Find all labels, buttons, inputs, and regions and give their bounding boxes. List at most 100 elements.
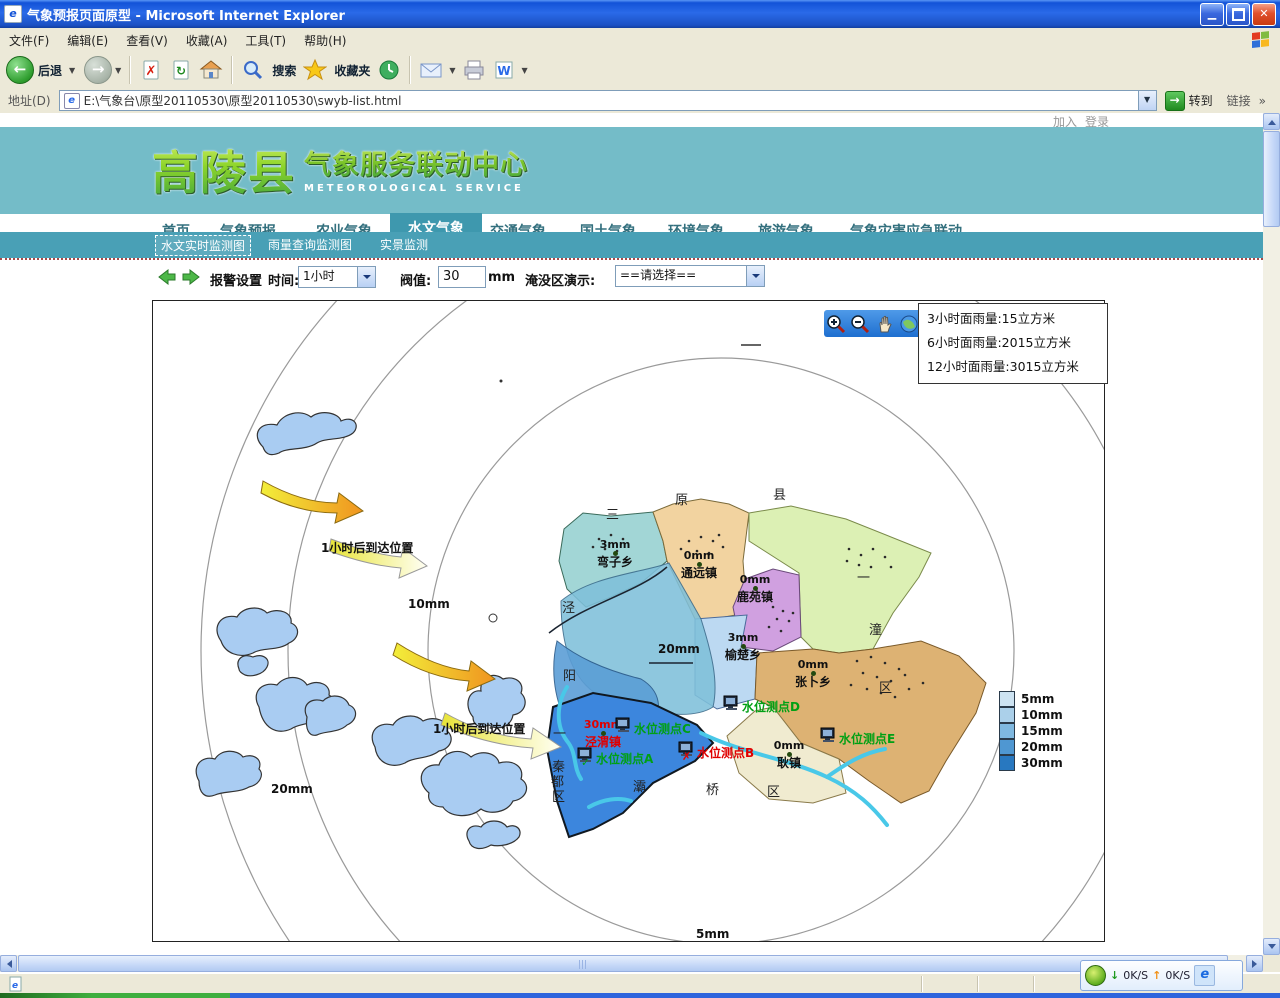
status-separator <box>921 976 923 992</box>
station-C[interactable]: 水位测点C <box>615 717 691 737</box>
select-arrow-icon[interactable] <box>357 267 375 287</box>
prev-arrow-icon[interactable] <box>158 269 176 289</box>
orange-arrow-2 <box>393 643 495 691</box>
close-button[interactable]: ✕ <box>1252 3 1276 26</box>
address-input[interactable]: e E:\气象台\原型20110530\原型20110530\swyb-list… <box>59 90 1139 111</box>
station-D[interactable]: 水位测点D <box>723 695 800 715</box>
rainfall-3h: 3小时面雨量:15立方米 <box>927 307 1107 331</box>
vertical-scroll-thumb[interactable] <box>1263 131 1280 227</box>
legend-swatch <box>999 739 1015 755</box>
download-speed: 0K/S <box>1123 969 1148 982</box>
menu-tools[interactable]: 工具(T) <box>236 32 295 49</box>
legend-swatch <box>999 755 1015 771</box>
minimize-button[interactable]: ▁ <box>1200 3 1224 26</box>
rainfall-6h: 6小时面雨量:2015立方米 <box>927 331 1107 355</box>
pan-hand-icon[interactable] <box>875 314 895 334</box>
status-separator <box>1033 976 1035 992</box>
subnav-live-view[interactable]: 实景监测 <box>380 236 428 253</box>
menu-file[interactable]: 文件(F) <box>0 32 58 49</box>
ie-tray-icon[interactable]: e <box>1194 965 1215 986</box>
zoom-in-icon[interactable] <box>826 314 846 334</box>
menu-help[interactable]: 帮助(H) <box>295 32 355 49</box>
arrival-label-1: 1小时后到达位置 <box>321 539 413 556</box>
status-separator <box>977 976 979 992</box>
contour-label-20mm-mid: 20mm <box>658 642 700 656</box>
station-A[interactable]: ✓ 水位测点A <box>577 747 653 767</box>
stop-icon[interactable]: ✗ <box>139 58 163 82</box>
home-icon[interactable] <box>199 58 223 82</box>
svg-text:W: W <box>497 64 510 78</box>
logo-title: 气象服务联动中心 <box>304 143 528 182</box>
favorites-star-icon[interactable] <box>303 58 327 82</box>
address-dropdown-icon[interactable]: ▼ <box>1139 90 1157 111</box>
horizontal-scroll-thumb[interactable] <box>18 955 1228 972</box>
town-tongyuan: 0mm通远镇 <box>669 550 729 579</box>
menu-edit[interactable]: 编辑(E) <box>58 32 117 49</box>
horizontal-scrollbar[interactable] <box>0 955 1263 972</box>
select-arrow-icon[interactable] <box>746 266 764 286</box>
download-arrow-icon: ↓ <box>1110 969 1119 982</box>
security-tool-icon[interactable] <box>1085 965 1106 986</box>
neighbor-char: 原 <box>675 489 688 508</box>
menu-view[interactable]: 查看(V) <box>117 32 177 49</box>
station-E[interactable]: 水位测点E <box>820 727 895 747</box>
sub-nav: 水文实时监测图 雨量查询监测图 实景监测 <box>0 232 1263 258</box>
network-speed-widget[interactable]: ↓ 0K/S ↑ 0K/S e <box>1080 960 1243 991</box>
edit-icon[interactable]: W <box>492 58 516 82</box>
history-icon[interactable] <box>377 58 401 82</box>
town-luyuan: 0mm鹿苑镇 <box>725 574 785 603</box>
status-ok-mark: ✓ <box>581 756 590 769</box>
address-value[interactable]: E:\气象台\原型20110530\原型20110530\swyb-list.h… <box>84 92 402 109</box>
forward-dropdown-icon[interactable]: ▼ <box>115 66 121 75</box>
zoom-out-icon[interactable] <box>850 314 870 334</box>
edit-dropdown-icon[interactable]: ▼ <box>522 66 528 75</box>
scroll-down-button[interactable] <box>1263 938 1280 955</box>
forward-button[interactable]: → <box>84 56 112 84</box>
town-yuchu: 3mm榆楚乡 <box>713 632 773 661</box>
subnav-rainfall-query[interactable]: 雨量查询监测图 <box>268 236 352 253</box>
favorites-label[interactable]: 收藏夹 <box>334 62 370 79</box>
search-icon[interactable] <box>241 58 265 82</box>
town-wanzi: 3mm弯子乡 <box>585 539 645 568</box>
time-select[interactable]: 1小时 <box>298 266 376 288</box>
rain-clouds <box>196 413 526 849</box>
mail-icon[interactable] <box>419 58 443 82</box>
threshold-input[interactable]: 30 <box>438 266 486 288</box>
print-icon[interactable] <box>462 58 486 82</box>
links-label[interactable]: 链接 <box>1227 92 1251 109</box>
town-zhangbu: 0mm张卜乡 <box>783 659 843 688</box>
globe-icon[interactable] <box>899 314 919 334</box>
svg-text:↻: ↻ <box>176 64 186 78</box>
search-label[interactable]: 搜索 <box>272 62 296 79</box>
vertical-scrollbar[interactable] <box>1263 113 1280 955</box>
maximize-button[interactable] <box>1226 3 1250 26</box>
scroll-up-button[interactable] <box>1263 113 1280 130</box>
links-chevron[interactable]: » <box>1259 94 1266 108</box>
back-label[interactable]: 后退 <box>38 62 62 79</box>
neighbor-char: 三 <box>606 504 619 523</box>
subnav-realtime-monitor[interactable]: 水文实时监测图 <box>155 235 251 256</box>
go-label[interactable]: 转到 <box>1189 92 1213 109</box>
go-button[interactable]: → 转到 <box>1165 91 1213 111</box>
dot-mark <box>500 380 503 383</box>
mail-dropdown-icon[interactable]: ▼ <box>449 66 455 75</box>
back-button[interactable]: ← <box>6 56 34 84</box>
back-dropdown-icon[interactable]: ▼ <box>69 66 75 75</box>
next-arrow-icon[interactable] <box>182 269 200 289</box>
neighbor-char: 灞 <box>633 776 646 795</box>
monitor-icon <box>820 727 837 743</box>
address-bar: 地址(D) e E:\气象台\原型20110530\原型20110530\swy… <box>0 88 1280 114</box>
map-area[interactable]: 10mm 20mm 20mm 5mm 1小时后到达位置 1小时后到达位置 3mm… <box>152 300 1105 942</box>
menu-bar: 文件(F) 编辑(E) 查看(V) 收藏(A) 工具(T) 帮助(H) <box>0 28 1280 53</box>
map-canvas <box>153 301 1104 941</box>
scrollbar-corner <box>1263 955 1280 972</box>
refresh-icon[interactable]: ↻ <box>169 58 193 82</box>
scroll-left-button[interactable] <box>0 955 17 972</box>
menu-favorites[interactable]: 收藏(A) <box>177 32 237 49</box>
scroll-right-button[interactable] <box>1246 955 1263 972</box>
flood-demo-select[interactable]: ==请选择== <box>615 265 765 287</box>
legend-swatch <box>999 707 1015 723</box>
neighbor-char: 泾 <box>562 597 575 616</box>
station-B[interactable]: ✗ 水位测点B <box>678 741 754 761</box>
neighbor-char: 一 <box>553 723 566 742</box>
